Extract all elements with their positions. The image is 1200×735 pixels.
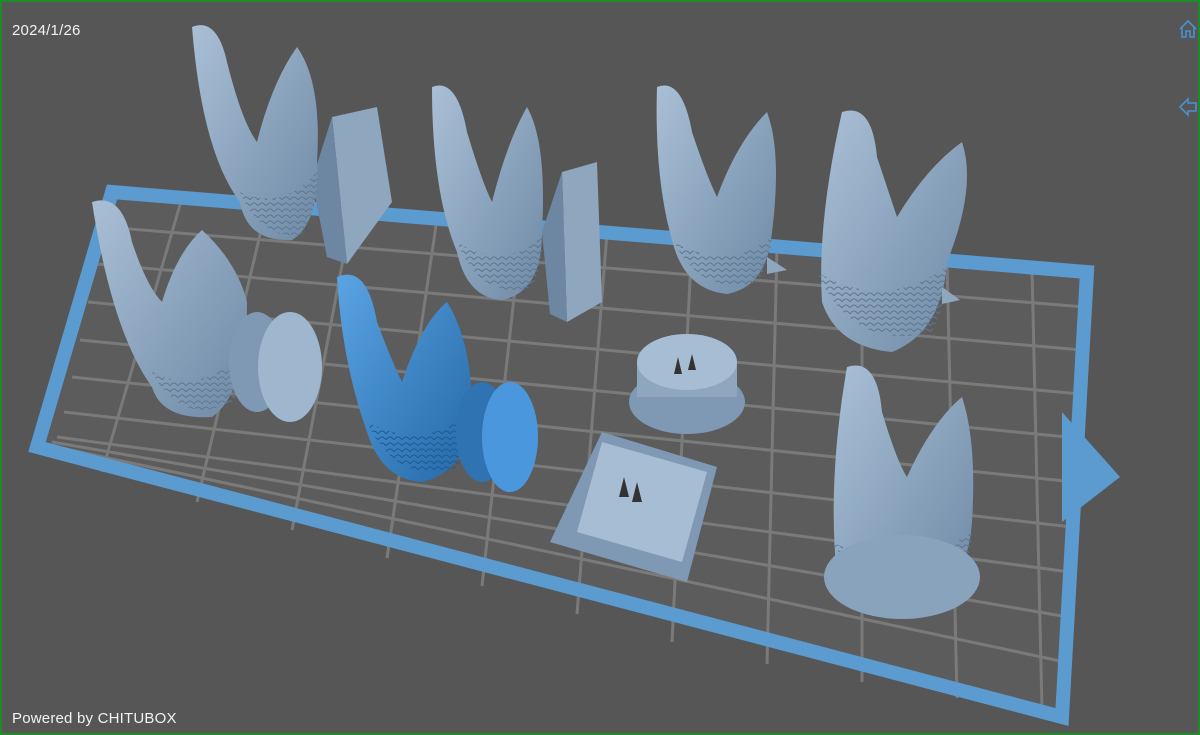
3d-viewport[interactable]: 2024/1/26 Powered by CHITUBOX bbox=[0, 0, 1200, 735]
home-icon bbox=[1179, 19, 1197, 38]
date-label: 2024/1/26 bbox=[12, 22, 81, 39]
round-stand-base[interactable] bbox=[629, 334, 745, 434]
build-plate-scene[interactable] bbox=[2, 2, 1200, 735]
home-view-button[interactable] bbox=[1177, 18, 1198, 40]
plate-front-marker bbox=[1062, 412, 1120, 522]
support-wall[interactable] bbox=[542, 162, 602, 322]
powered-by-label: Powered by CHITUBOX bbox=[12, 710, 177, 727]
arrow-left-icon bbox=[1178, 97, 1197, 117]
back-view-button[interactable] bbox=[1177, 96, 1198, 118]
